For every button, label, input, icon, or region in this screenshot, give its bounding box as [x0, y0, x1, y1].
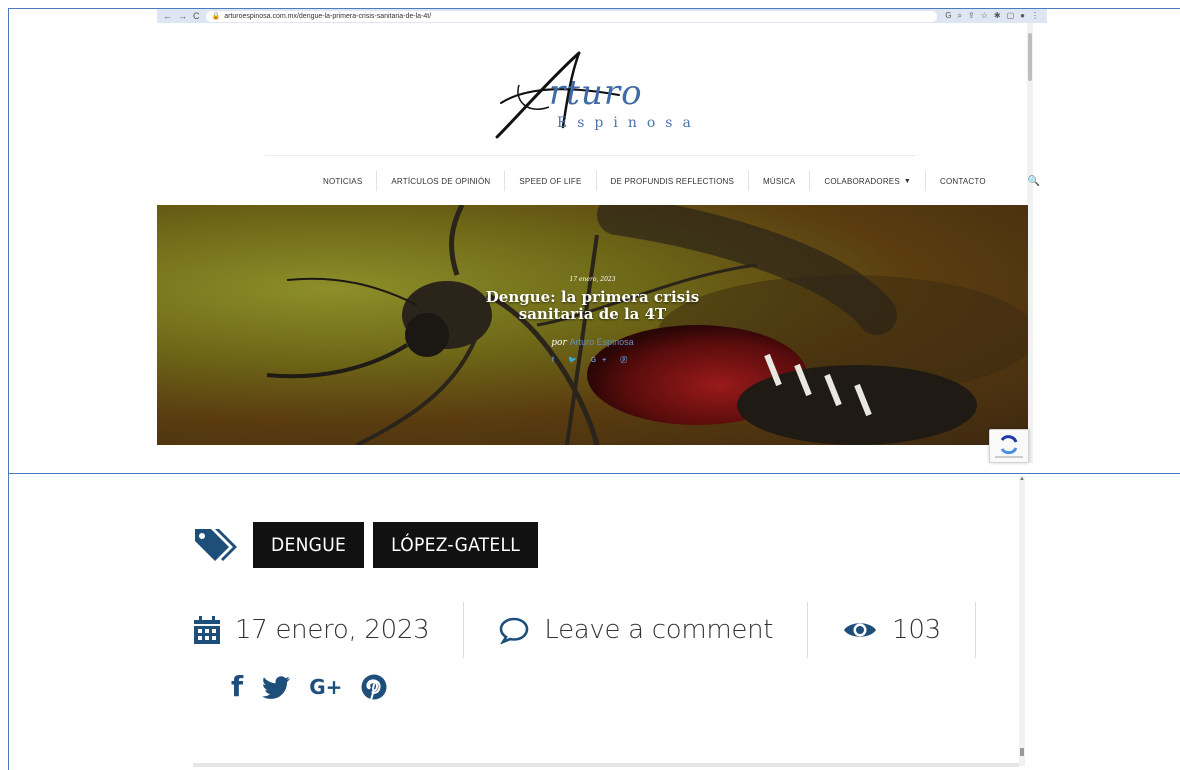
recaptcha-icon	[995, 435, 1023, 458]
meta-divider	[807, 602, 809, 658]
extensions-icon[interactable]: ✱	[994, 11, 1001, 21]
twitter-bird-icon	[262, 675, 291, 699]
content-divider	[193, 763, 1019, 767]
browser-toolbar: ← → C 🔒 arturoespinosa.com.mx/dengue-la-…	[157, 9, 1047, 23]
star-icon[interactable]: ☆	[981, 11, 988, 21]
googleplus-icon[interactable]: G+	[309, 675, 342, 699]
post-title-line: Dengue: la primera crisis	[485, 288, 700, 306]
meta-views: 103	[842, 602, 941, 658]
search-icon[interactable]: 🔍	[1028, 176, 1041, 187]
browser-nav: ← → C	[157, 11, 206, 21]
scrollbar-thumb[interactable]	[1020, 748, 1024, 756]
page-root: ← → C 🔒 arturoespinosa.com.mx/dengue-la-…	[0, 0, 1180, 770]
pinterest-icon[interactable]	[360, 673, 388, 701]
share-buttons: f G+	[231, 670, 388, 703]
byline-prefix: por	[551, 338, 567, 348]
meta-date: 17 enero, 2023	[193, 602, 430, 658]
page-scrollbar[interactable]: ▲	[1019, 476, 1025, 766]
menu-item-articulos[interactable]: ARTÍCULOS DE OPINIÓN	[376, 171, 504, 191]
menu-item-colaboradores[interactable]: COLABORADORES ▼	[809, 171, 925, 191]
hero-social-icons[interactable]: f 🐦 G+ ⓟ	[157, 355, 1028, 365]
menu-item-musica[interactable]: MÚSICA	[748, 171, 809, 191]
author-link[interactable]: Arturo Espinosa	[570, 337, 634, 347]
forward-icon[interactable]: →	[178, 11, 187, 21]
address-text: arturoespinosa.com.mx/dengue-la-primera-…	[224, 12, 432, 20]
eye-icon	[844, 623, 877, 637]
meta-divider	[974, 602, 976, 658]
back-icon[interactable]: ←	[163, 11, 172, 21]
meta-views-count: 103	[892, 615, 941, 645]
post-meta: 17 enero, 2023 Leave a comment 103	[193, 602, 1010, 658]
profile-icon[interactable]: ●	[1020, 11, 1025, 21]
recaptcha-badge[interactable]	[989, 429, 1029, 463]
mosquito-image	[266, 205, 1028, 445]
post-tags: DENGUE LÓPEZ-GATELL	[193, 522, 547, 568]
header-screenshot: ← → C 🔒 arturoespinosa.com.mx/dengue-la-…	[8, 8, 1180, 474]
meta-date-text: 17 enero, 2023	[235, 615, 430, 645]
sidepanel-icon[interactable]: ▢	[1007, 11, 1015, 21]
site-logo[interactable]: rturo Espinosa	[479, 45, 709, 145]
post-meta-screenshot: ▲ DENGUE LÓPEZ-GATELL 17 enero, 2023 Lea…	[8, 474, 1180, 770]
browser-extensions: G ⌕ ⇪ ☆ ✱ ▢ ● ⋮	[937, 11, 1047, 21]
scroll-up-icon[interactable]: ▲	[1019, 476, 1025, 482]
pinterest-p-icon	[361, 674, 387, 701]
post-title-line: sanitaria de la 4T	[518, 305, 667, 323]
hero-date: 17 enero, 2023	[569, 276, 616, 283]
lock-icon: 🔒	[211, 13, 221, 20]
menu-item-de-profundis[interactable]: DE PROFUNDIS REFLECTIONS	[595, 171, 748, 191]
reload-icon[interactable]: C	[193, 11, 200, 21]
calendar-icon	[194, 616, 220, 644]
address-bar[interactable]: 🔒 arturoespinosa.com.mx/dengue-la-primer…	[205, 10, 938, 22]
meta-comment-link[interactable]: Leave a comment	[544, 615, 773, 645]
meta-comment[interactable]: Leave a comment	[498, 602, 773, 658]
tag-lopez-gatell[interactable]: LÓPEZ-GATELL	[373, 522, 539, 568]
menu-item-label: COLABORADORES	[824, 176, 900, 186]
menu-item-speed-of-life[interactable]: SPEED OF LIFE	[504, 171, 595, 191]
scrollbar-thumb[interactable]	[1028, 33, 1032, 81]
share-icon[interactable]: ⇪	[968, 11, 975, 21]
google-icon[interactable]: G	[945, 11, 951, 21]
comment-icon	[500, 617, 529, 644]
meta-divider	[463, 602, 465, 658]
kebab-menu-icon[interactable]: ⋮	[1031, 11, 1039, 21]
post-byline: por Arturo Espinosa	[157, 337, 1028, 348]
facebook-icon[interactable]: f	[231, 670, 243, 703]
tags-icon	[195, 529, 237, 561]
logo-name-sub: Espinosa	[557, 115, 701, 131]
menu-item-noticias[interactable]: NOTICIAS	[309, 171, 376, 191]
tag-dengue[interactable]: DENGUE	[253, 522, 365, 568]
zoom-icon[interactable]: ⌕	[958, 11, 962, 21]
hero-banner: 17 enero, 2023 Dengue: la primera crisis…	[157, 205, 1028, 445]
menu-item-contacto[interactable]: CONTACTO	[925, 171, 1000, 191]
chevron-down-icon: ▼	[903, 177, 912, 185]
post-title: Dengue: la primera crisis sanitaria de l…	[157, 289, 1028, 323]
twitter-icon[interactable]	[261, 675, 291, 699]
main-menu: NOTICIAS ARTÍCULOS DE OPINIÓN SPEED OF L…	[309, 171, 1040, 191]
menu-divider	[265, 155, 915, 156]
logo-name-script: rturo	[549, 73, 643, 113]
